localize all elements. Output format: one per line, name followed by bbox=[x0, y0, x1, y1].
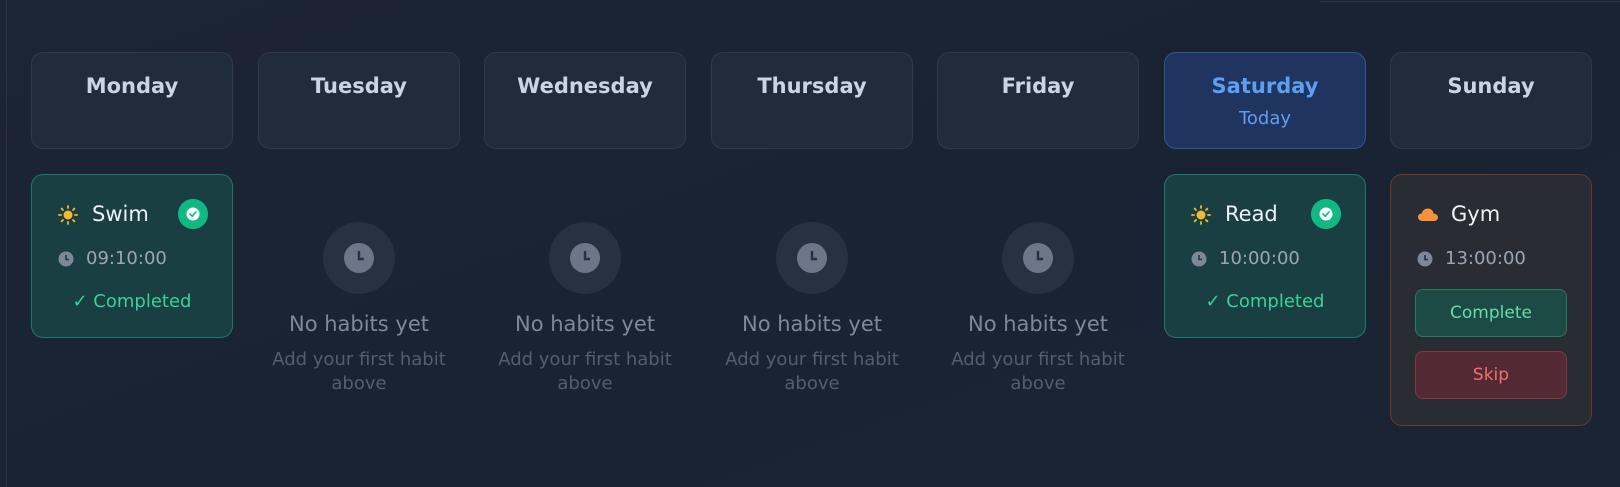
day-header-sunday: Sunday bbox=[1390, 52, 1592, 149]
empty-clock-badge bbox=[323, 222, 395, 294]
empty-title: No habits yet bbox=[288, 312, 429, 336]
completed-status: ✓ Completed bbox=[1205, 291, 1325, 312]
empty-clock-badge bbox=[776, 222, 848, 294]
clock-icon bbox=[797, 243, 827, 273]
habit-time: 09:10:00 bbox=[86, 248, 167, 269]
day-name: Tuesday bbox=[311, 74, 407, 98]
empty-state-wednesday: No habits yet Add your first habit above bbox=[484, 222, 686, 396]
clock-icon bbox=[58, 251, 74, 267]
skip-button[interactable]: Skip bbox=[1415, 351, 1567, 399]
day-header-saturday: Saturday Today bbox=[1164, 52, 1366, 149]
day-name: Saturday bbox=[1211, 74, 1319, 98]
habit-time: 10:00:00 bbox=[1219, 248, 1300, 269]
clock-icon bbox=[344, 243, 374, 273]
empty-subtitle: Add your first habit above bbox=[725, 349, 899, 394]
empty-clock-badge bbox=[1002, 222, 1074, 294]
complete-button[interactable]: Complete bbox=[1415, 289, 1567, 337]
day-name: Wednesday bbox=[517, 74, 653, 98]
sun-icon bbox=[1191, 205, 1211, 225]
empty-state-friday: No habits yet Add your first habit above bbox=[937, 222, 1139, 396]
completed-status: ✓ Completed bbox=[72, 291, 192, 312]
habit-time: 13:00:00 bbox=[1445, 248, 1526, 269]
day-name: Thursday bbox=[757, 74, 867, 98]
day-header-friday: Friday bbox=[937, 52, 1139, 149]
clock-icon bbox=[1417, 251, 1433, 267]
clock-icon bbox=[1191, 251, 1207, 267]
sun-icon bbox=[58, 205, 78, 225]
day-header-monday: Monday bbox=[31, 52, 233, 149]
day-header-wednesday: Wednesday bbox=[484, 52, 686, 149]
clock-icon bbox=[1023, 243, 1053, 273]
habit-card-read[interactable]: Read 10:00:00 ✓ Completed bbox=[1164, 174, 1366, 338]
habit-card-gym[interactable]: Gym 13:00:00 Complete Skip bbox=[1390, 174, 1592, 426]
habit-name: Swim bbox=[92, 202, 149, 226]
day-name: Sunday bbox=[1447, 74, 1535, 98]
cloud-icon bbox=[1418, 208, 1438, 221]
clock-icon bbox=[570, 243, 600, 273]
empty-clock-badge bbox=[549, 222, 621, 294]
divider bbox=[1320, 0, 1620, 2]
check-circle-icon bbox=[1311, 199, 1341, 229]
day-name: Monday bbox=[85, 74, 179, 98]
habit-card-swim[interactable]: Swim 09:10:00 ✓ Completed bbox=[31, 174, 233, 338]
empty-subtitle: Add your first habit above bbox=[951, 349, 1125, 394]
empty-title: No habits yet bbox=[967, 312, 1108, 336]
empty-state-tuesday: No habits yet Add your first habit above bbox=[258, 222, 460, 396]
empty-subtitle: Add your first habit above bbox=[272, 349, 446, 394]
habit-name: Read bbox=[1225, 202, 1278, 226]
today-label: Today bbox=[1238, 108, 1292, 129]
empty-title: No habits yet bbox=[514, 312, 655, 336]
habit-name: Gym bbox=[1451, 202, 1501, 226]
empty-state-thursday: No habits yet Add your first habit above bbox=[711, 222, 913, 396]
day-header-thursday: Thursday bbox=[711, 52, 913, 149]
empty-subtitle: Add your first habit above bbox=[498, 349, 672, 394]
check-circle-icon bbox=[178, 199, 208, 229]
empty-title: No habits yet bbox=[741, 312, 882, 336]
day-name: Friday bbox=[1001, 74, 1075, 98]
day-header-tuesday: Tuesday bbox=[258, 52, 460, 149]
